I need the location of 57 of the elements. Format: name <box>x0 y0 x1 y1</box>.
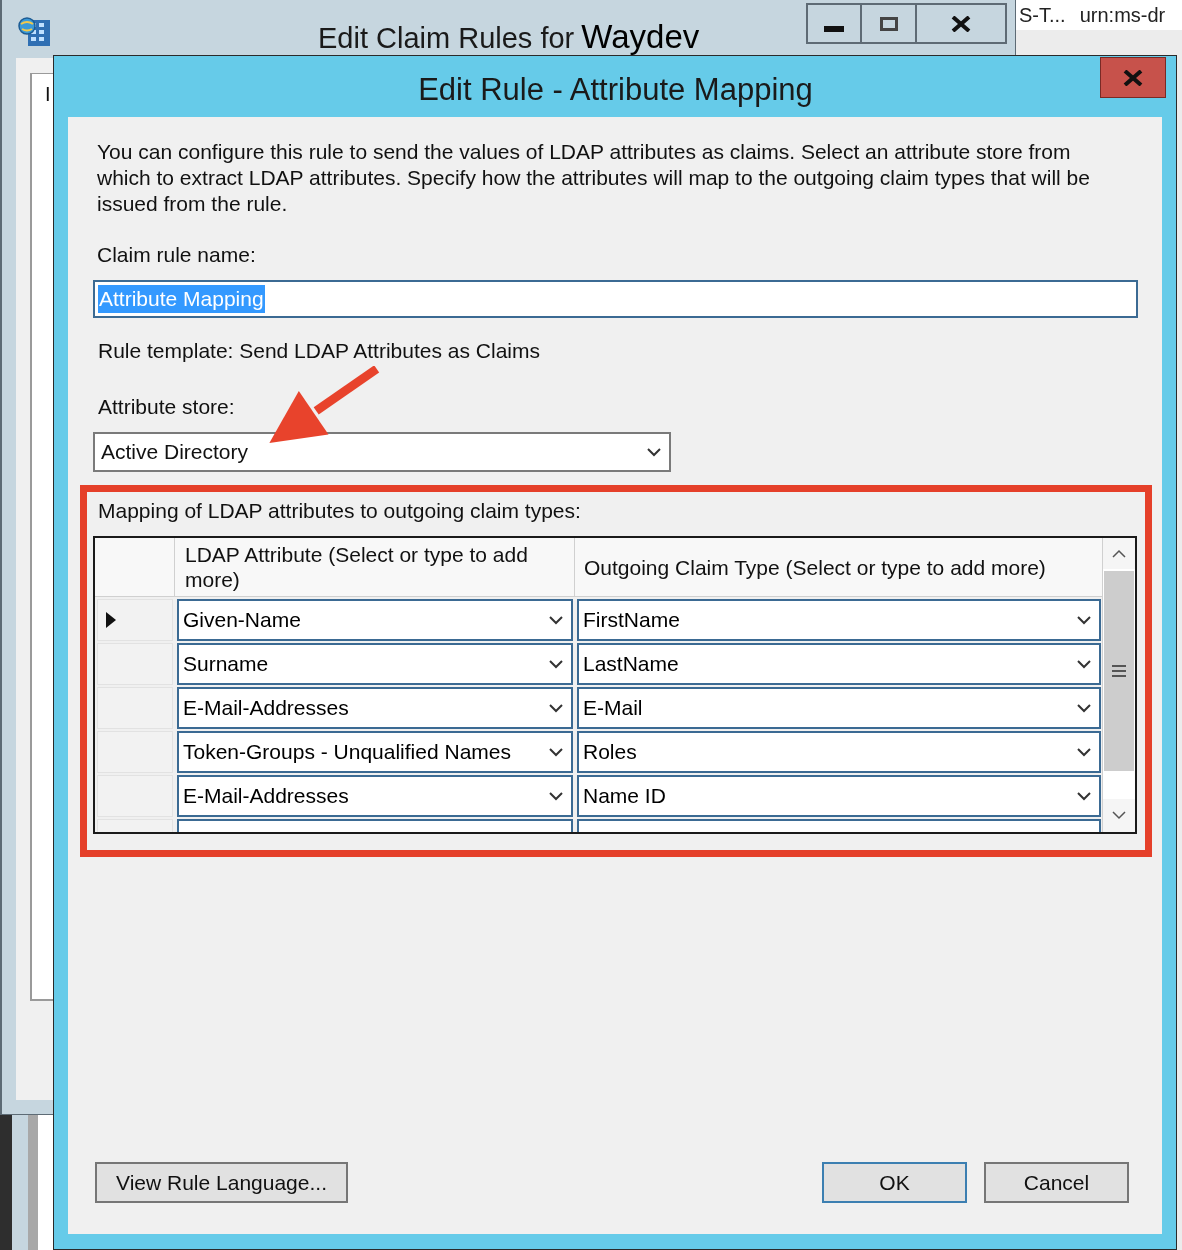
claim-type-combo[interactable]: FirstName <box>577 599 1101 641</box>
chevron-down-icon <box>647 447 661 457</box>
window-title-name: Waydev <box>581 17 700 57</box>
chevron-up-icon <box>1112 549 1126 558</box>
ldap-attribute-combo[interactable]: E-Mail-Addresses <box>177 687 573 729</box>
dialog-title: Edit Rule - Attribute Mapping <box>418 71 813 109</box>
scrollbar-thumb[interactable] <box>1104 571 1134 771</box>
maximize-button[interactable] <box>862 3 917 44</box>
chevron-down-icon <box>549 615 563 625</box>
chevron-down-icon <box>1112 811 1126 820</box>
list-cell-text: urn:ms-dr <box>1079 3 1166 28</box>
dialog-button[interactable]: OK <box>822 1162 967 1203</box>
close-icon <box>1123 69 1143 86</box>
list-cell-text: S-T... <box>1019 3 1066 28</box>
attribute-store-dropdown[interactable]: Active Directory <box>93 432 671 472</box>
current-row-icon <box>106 612 116 628</box>
field-label: Claim rule name: <box>97 242 256 268</box>
description-text: You can configure this rule to send the values of LDAP attributes as claims. Select an attribute store from which to extract LDAP attributes. Specify how the attributes will map to the outgoing claim types that will be issued from the rule. <box>97 139 1091 217</box>
ldap-attribute-combo[interactable]: E-Mail-Addresses <box>177 775 573 817</box>
chevron-down-icon <box>1077 703 1091 713</box>
field-label: Attribute store: <box>98 394 235 420</box>
chevron-down-icon <box>549 703 563 713</box>
close-button[interactable] <box>917 3 1007 44</box>
chevron-down-icon <box>1077 791 1091 801</box>
dialog-button[interactable]: Cancel <box>984 1162 1129 1203</box>
window-tab[interactable]: I <box>30 73 53 113</box>
scroll-up-button[interactable] <box>1103 538 1135 569</box>
maximize-icon <box>879 16 898 31</box>
field-value: Attribute Mapping <box>98 285 265 313</box>
close-icon <box>951 15 971 32</box>
window-title: Edit Claim Rules for <box>318 21 575 56</box>
chevron-down-icon <box>1077 659 1091 669</box>
minimize-icon <box>824 25 844 32</box>
ldap-attribute-combo[interactable]: Surname <box>177 643 573 685</box>
ldap-attribute-combo[interactable]: Given-Name <box>177 599 573 641</box>
server-icon <box>18 14 52 48</box>
minimize-button[interactable] <box>806 3 862 44</box>
chevron-down-icon <box>1077 615 1091 625</box>
claim-type-combo[interactable]: LastName <box>577 643 1101 685</box>
chevron-down-icon <box>549 659 563 669</box>
claim-type-combo[interactable]: E-Mail <box>577 687 1101 729</box>
grip-icon <box>1112 665 1126 677</box>
chevron-down-icon <box>549 791 563 801</box>
section-label: Mapping of LDAP attributes to outgoing claim types: <box>98 498 581 524</box>
claim-type-combo[interactable]: Roles <box>577 731 1101 773</box>
chevron-down-icon <box>1077 747 1091 757</box>
row-header-cell[interactable] <box>97 599 173 641</box>
chevron-down-icon <box>549 747 563 757</box>
rule-template-text: Rule template: Send LDAP Attributes as Claims <box>98 338 540 364</box>
empty-combo-cell[interactable] <box>577 819 1101 832</box>
scrollbar[interactable] <box>1102 538 1135 832</box>
row-header-cell[interactable] <box>97 819 173 832</box>
empty-combo-cell[interactable] <box>177 819 573 832</box>
scroll-down-button[interactable] <box>1103 799 1135 832</box>
ldap-attribute-combo[interactable]: Token-Groups - Unqualified Names <box>177 731 573 773</box>
dialog-button[interactable]: View Rule Language... <box>95 1162 348 1203</box>
claim-type-combo[interactable]: Name ID <box>577 775 1101 817</box>
